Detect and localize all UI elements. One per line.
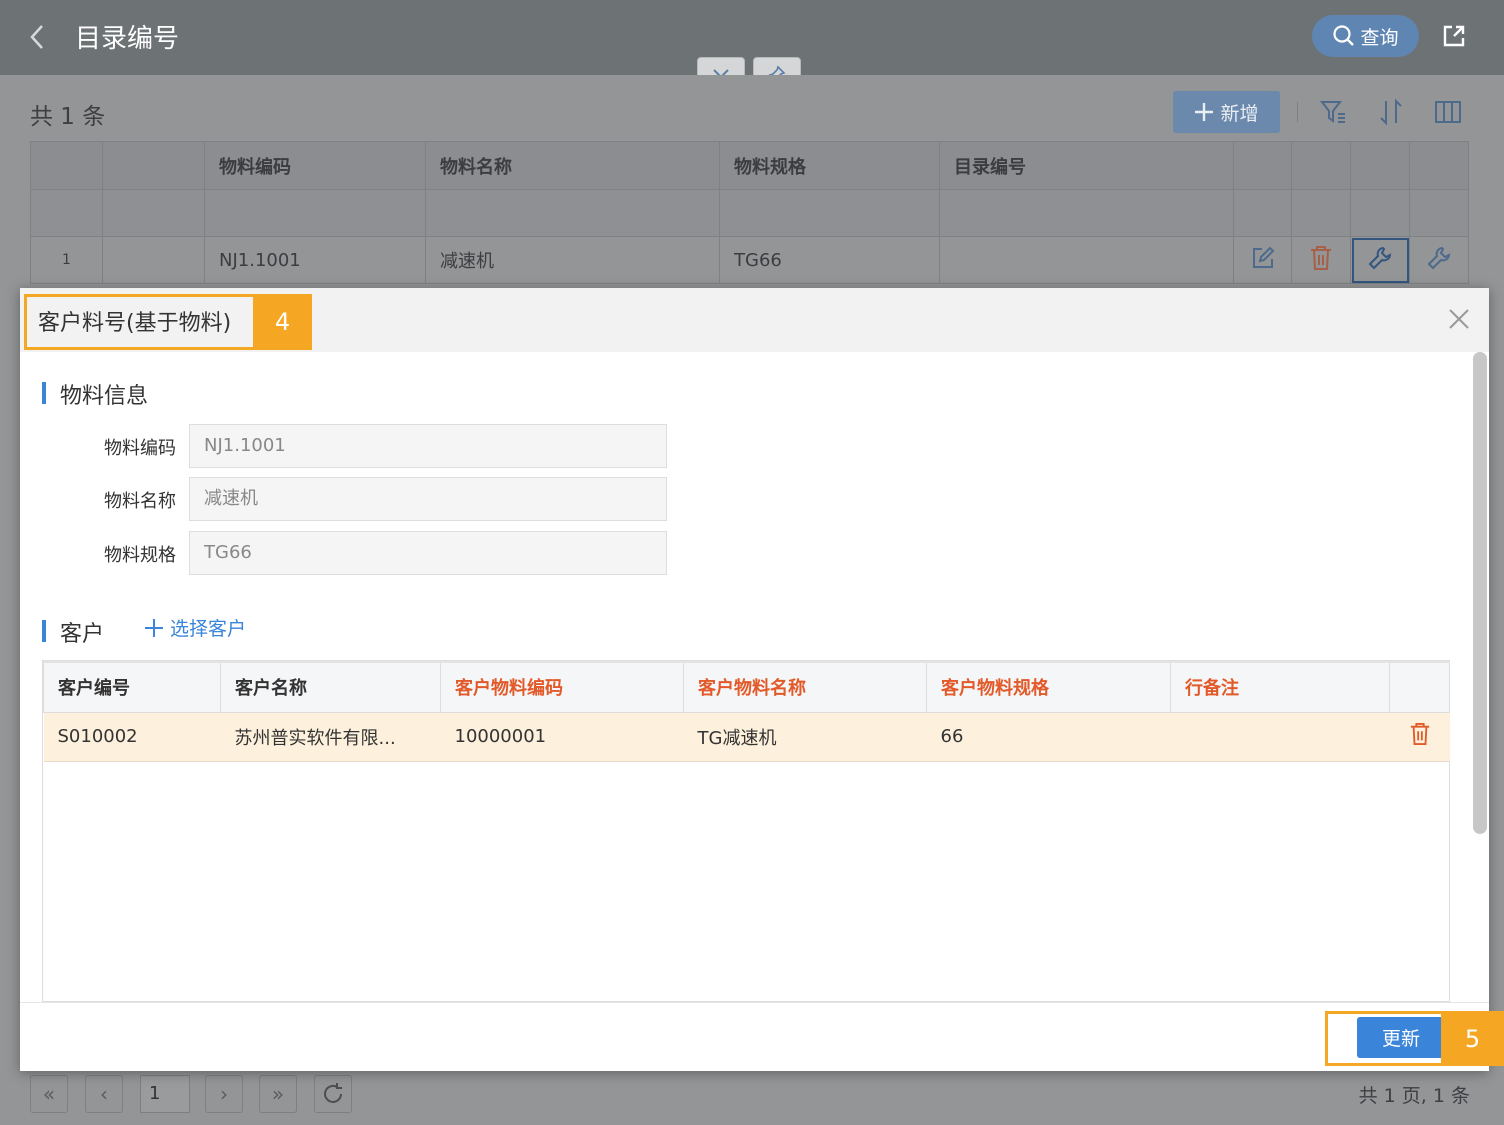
customer-part-action[interactable]: [1350, 236, 1410, 284]
column-header-spec[interactable]: 物料规格: [719, 141, 940, 190]
select-customer-label: 选择客户: [170, 618, 247, 640]
table-row[interactable]: 1 NJ1.1001 减速机 TG66: [30, 236, 1469, 284]
customer-table-container: 客户编号 客户名称 客户物料编码 客户物料名称 客户物料规格 行备注 S0100…: [42, 660, 1450, 1002]
edit-action[interactable]: [1233, 236, 1292, 284]
column-header-name[interactable]: 物料名称: [425, 141, 720, 190]
section-title-material: 物料信息: [42, 378, 148, 410]
column-header-actions: [1389, 661, 1450, 713]
filter-row: [30, 189, 1469, 237]
header-cell: [1233, 141, 1292, 190]
query-label: 查询: [1360, 26, 1399, 49]
delete-action[interactable]: [1291, 236, 1351, 284]
material-code-field[interactable]: NJ1.1001: [189, 424, 667, 468]
filter-cell: [1409, 189, 1469, 237]
refresh-icon: [324, 1083, 342, 1103]
field-label-spec: 物料规格: [104, 545, 176, 566]
header-cell: [30, 141, 103, 190]
column-header-customer-material-name: 客户物料名称: [683, 661, 927, 713]
config-action[interactable]: [1409, 236, 1469, 284]
add-label: 新增: [1220, 102, 1259, 125]
wrench-icon: [1427, 246, 1451, 269]
page-number-input[interactable]: 1: [140, 1075, 190, 1113]
customer-row[interactable]: S010002 苏州普实软件有限... 10000001 TG减速机 66: [43, 712, 1450, 762]
column-header-customer-code: 客户编号: [43, 661, 221, 713]
delete-row-button[interactable]: [1389, 712, 1450, 762]
column-header-customer-name: 客户名称: [220, 661, 441, 713]
customer-table: 客户编号 客户名称 客户物料编码 客户物料名称 客户物料规格 行备注 S0100…: [43, 661, 1450, 762]
column-header-catalog[interactable]: 目录编号: [939, 141, 1234, 190]
filter-input-name[interactable]: [425, 189, 720, 237]
record-count: 共 1 条: [30, 104, 106, 130]
filter-cell: [30, 189, 103, 237]
cell-catalog: [939, 236, 1234, 284]
page-title: 目录编号: [75, 24, 180, 54]
material-spec-field[interactable]: TG66: [189, 531, 667, 575]
next-page-button[interactable]: ›: [205, 1075, 243, 1113]
last-page-button[interactable]: »: [259, 1075, 297, 1113]
column-header-row-remark: 行备注: [1170, 661, 1390, 713]
filter-cell: [1350, 189, 1410, 237]
cell-customer-name[interactable]: 苏州普实软件有限...: [220, 712, 441, 762]
column-header-code[interactable]: 物料编码: [204, 141, 426, 190]
header-cell: [1350, 141, 1410, 190]
row-index: 1: [30, 236, 103, 284]
field-label-code: 物料编码: [104, 438, 176, 459]
cell-spec: TG66: [719, 236, 940, 284]
filter-input-spec[interactable]: [719, 189, 940, 237]
column-header-customer-material-code: 客户物料编码: [440, 661, 684, 713]
first-page-button[interactable]: «: [30, 1075, 68, 1113]
section-title-customer: 客户: [42, 616, 104, 648]
header-cell: [102, 141, 205, 190]
scrollbar-thumb[interactable]: [1473, 352, 1487, 834]
customer-part-dialog: 客户料号(基于物料) 4 物料信息 物料编码 NJ1.1001 物料名称 减速机…: [20, 288, 1489, 1071]
pagination: « ‹ 1 › » 共 1 页, 1 条: [30, 1075, 1470, 1115]
cell-row-remark[interactable]: [1170, 712, 1390, 762]
filter-input-code[interactable]: [204, 189, 426, 237]
dialog-scrollbar[interactable]: [1471, 352, 1489, 1002]
catalog-table: 物料编码 物料名称 物料规格 目录编号 1 NJ1.1001 减速机 TG66: [30, 141, 1469, 284]
wrench-icon: [1368, 246, 1392, 269]
cell-customer-code[interactable]: S010002: [43, 712, 221, 762]
header-cell: [1291, 141, 1351, 190]
prev-page-button[interactable]: ‹: [85, 1075, 123, 1113]
columns-icon[interactable]: [1433, 97, 1463, 127]
plus-icon: [1195, 103, 1214, 121]
column-header-customer-material-spec: 客户物料规格: [926, 661, 1171, 713]
back-chevron-icon[interactable]: [26, 22, 48, 52]
table-header-row: 物料编码 物料名称 物料规格 目录编号: [30, 141, 1469, 190]
callout-badge: 4: [253, 294, 312, 350]
customer-header-row: 客户编号 客户名称 客户物料编码 客户物料名称 客户物料规格 行备注: [43, 661, 1450, 713]
filter-cell: [102, 189, 205, 237]
filter-input-catalog[interactable]: [939, 189, 1234, 237]
filter-icon[interactable]: [1318, 97, 1348, 127]
trash-icon: [1311, 245, 1331, 270]
dialog-footer: [20, 1002, 1489, 1071]
row-cell: [102, 236, 205, 284]
cell-customer-material-name[interactable]: TG减速机: [683, 712, 927, 762]
sort-icon[interactable]: [1376, 97, 1406, 127]
edit-icon: [1252, 246, 1274, 268]
trash-icon: [1410, 723, 1429, 745]
cell-customer-material-code[interactable]: 10000001: [440, 712, 684, 762]
material-name-field[interactable]: 减速机: [189, 477, 667, 521]
header-cell: [1409, 141, 1469, 190]
cell-code: NJ1.1001: [204, 236, 426, 284]
filter-cell: [1291, 189, 1351, 237]
export-icon[interactable]: [1440, 22, 1468, 50]
callout-badge: 5: [1441, 1011, 1504, 1066]
top-bar: 目录编号 查询: [0, 0, 1504, 75]
filter-cell: [1233, 189, 1292, 237]
field-label-name: 物料名称: [104, 491, 176, 512]
query-button[interactable]: 查询: [1312, 15, 1419, 57]
toolbar-divider: [1297, 102, 1298, 122]
plus-icon: [145, 618, 163, 637]
refresh-button[interactable]: [314, 1075, 352, 1113]
cell-customer-material-spec[interactable]: 66: [926, 712, 1171, 762]
select-customer-button[interactable]: 选择客户: [144, 614, 246, 641]
add-button[interactable]: 新增: [1173, 91, 1280, 133]
close-icon[interactable]: [1448, 308, 1470, 330]
page-summary: 共 1 页, 1 条: [1358, 1085, 1470, 1107]
search-icon: [1333, 25, 1355, 46]
cell-name: 减速机: [425, 236, 720, 284]
